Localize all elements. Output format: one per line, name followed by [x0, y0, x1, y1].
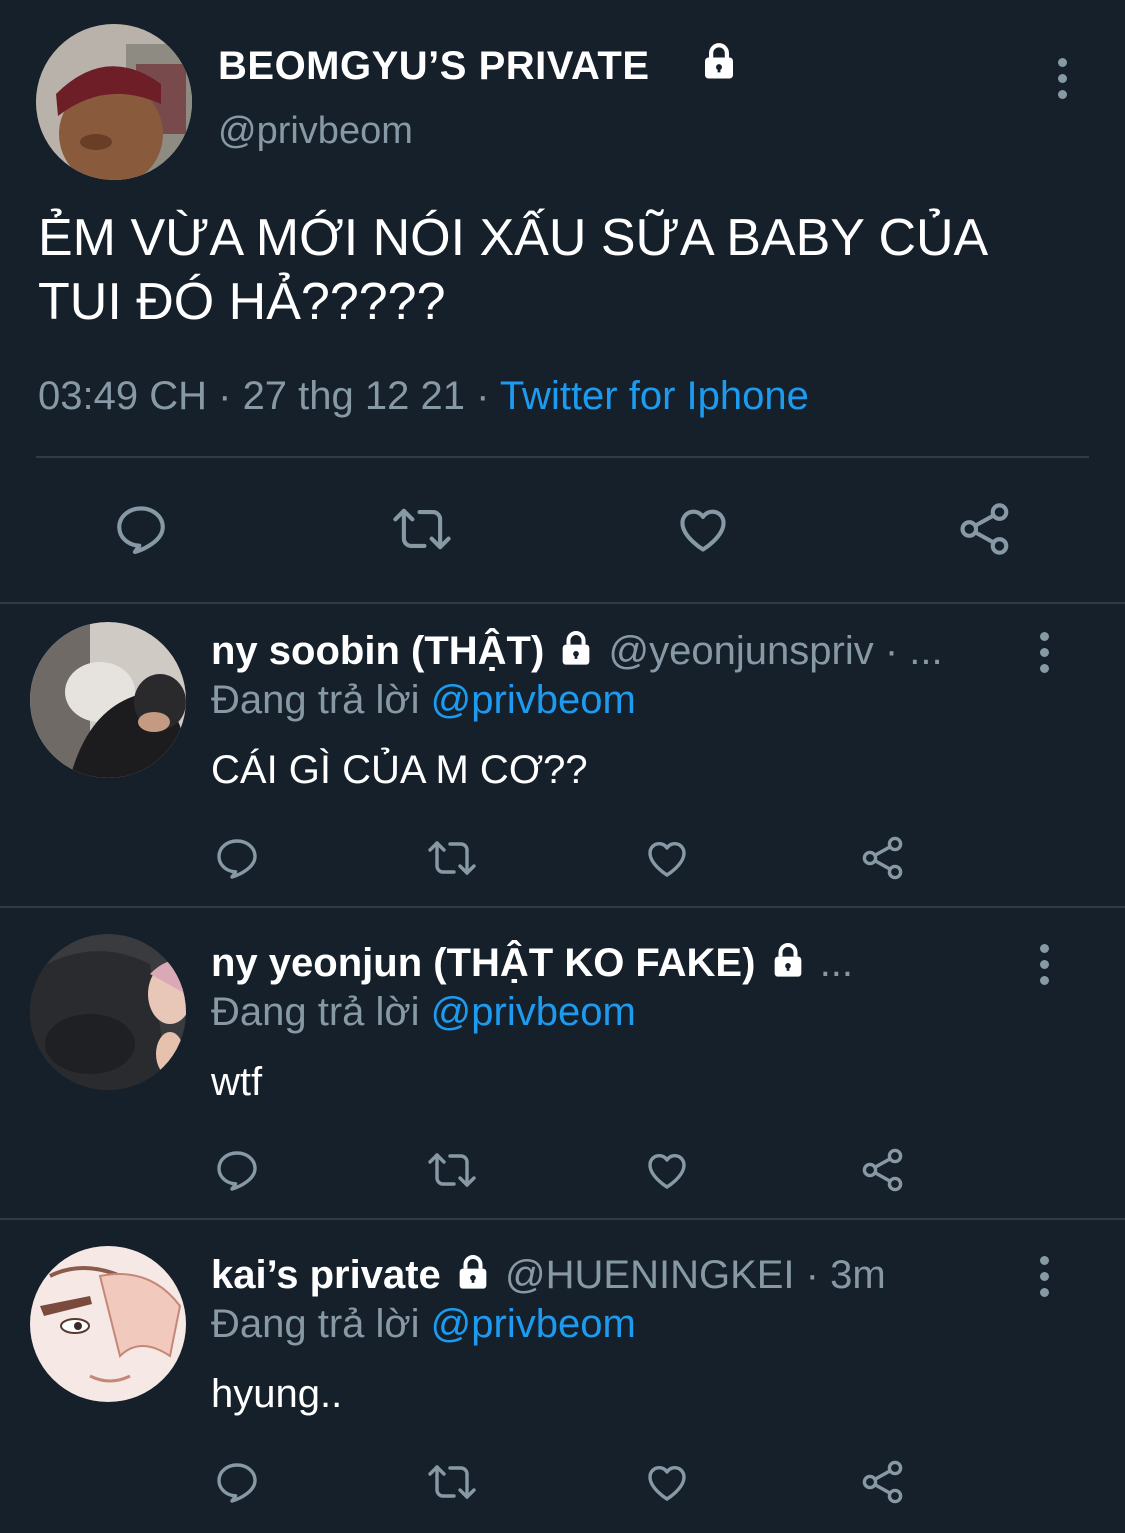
tweet-meta: 03:49 CH · 27 thg 12 21 · Twitter for Ip…	[38, 374, 809, 419]
replying-label: Đang trả lời	[211, 1302, 420, 1346]
reply-header: kai’s private @HUENINGKEI · 3m	[211, 1252, 1011, 1298]
reply-icon[interactable]	[112, 500, 170, 558]
reply-to-link[interactable]: @privbeom	[431, 990, 636, 1034]
reply-header: ny yeonjun (THẬT KO FAKE) ...	[211, 940, 1011, 986]
tweet-date: 27 thg 12 21	[242, 374, 465, 418]
share-icon[interactable]	[859, 1458, 907, 1506]
more-vertical-icon[interactable]	[1038, 944, 1050, 992]
tweet-text-line2: TUI ĐÓ HẢ?????	[38, 273, 446, 331]
retweet-icon[interactable]	[425, 1146, 479, 1194]
heart-icon[interactable]	[674, 500, 732, 558]
replying-label: Đang trả lời	[211, 990, 420, 1034]
reply-meta-suffix: · 3m	[805, 1253, 886, 1297]
lock-icon	[698, 40, 740, 82]
reply-display-name[interactable]: kai’s private	[211, 1253, 441, 1297]
more-vertical-icon[interactable]	[1038, 1256, 1050, 1304]
reply-icon[interactable]	[213, 834, 261, 882]
reply-to-link[interactable]: @privbeom	[431, 678, 636, 722]
reply-to-link[interactable]: @privbeom	[431, 1302, 636, 1346]
reply-meta-suffix: · ...	[884, 629, 943, 673]
reply-avatar[interactable]	[30, 622, 186, 778]
replying-to: Đang trả lời @privbeom	[211, 678, 636, 723]
heart-icon[interactable]	[643, 1146, 691, 1194]
meta-separator: ·	[218, 374, 232, 418]
lock-icon	[452, 1252, 494, 1298]
main-avatar[interactable]	[36, 24, 192, 180]
tweet-divider	[0, 602, 1125, 604]
tweet-time: 03:49 CH	[38, 374, 207, 418]
reply-avatar[interactable]	[30, 934, 186, 1090]
retweet-icon[interactable]	[425, 1458, 479, 1506]
main-handle[interactable]: @privbeom	[218, 110, 413, 153]
reply-display-name[interactable]: ny yeonjun (THẬT KO FAKE)	[211, 941, 755, 985]
tweet-source-link[interactable]: Twitter for Iphone	[500, 374, 809, 418]
replying-to: Đang trả lời @privbeom	[211, 990, 636, 1035]
lock-icon	[555, 628, 597, 674]
share-icon[interactable]	[859, 834, 907, 882]
reply-text: hyung..	[211, 1372, 343, 1416]
lock-icon	[767, 940, 809, 986]
more-vertical-icon[interactable]	[1056, 58, 1068, 106]
reply-header: ny soobin (THẬT) @yeonjunspriv · ...	[211, 628, 1011, 674]
reply-avatar[interactable]	[30, 1246, 186, 1402]
main-display-name[interactable]: BEOMGYU’S PRIVATE	[218, 44, 650, 89]
share-icon[interactable]	[956, 500, 1014, 558]
replying-label: Đang trả lời	[211, 678, 420, 722]
heart-icon[interactable]	[643, 1458, 691, 1506]
tweet-text-line1: ẺM VỪA MỚI NÓI XẤU SỮA BABY CỦA	[38, 209, 989, 267]
meta-separator: ·	[476, 374, 490, 418]
reply-text: wtf	[211, 1060, 263, 1104]
reply-divider	[0, 906, 1125, 908]
retweet-icon[interactable]	[390, 500, 454, 558]
meta-divider	[36, 456, 1089, 458]
reply-icon[interactable]	[213, 1146, 261, 1194]
reply-text: CÁI GÌ CỦA M CƠ??	[211, 748, 588, 792]
reply-handle[interactable]: @HUENINGKEI	[505, 1253, 795, 1297]
reply-meta-suffix: ...	[819, 941, 854, 985]
reply-icon[interactable]	[213, 1458, 261, 1506]
retweet-icon[interactable]	[425, 834, 479, 882]
replying-to: Đang trả lời @privbeom	[211, 1302, 636, 1347]
reply-handle[interactable]: @yeonjunspriv	[609, 629, 874, 673]
reply-divider	[0, 1218, 1125, 1220]
heart-icon[interactable]	[643, 834, 691, 882]
reply-display-name[interactable]: ny soobin (THẬT)	[211, 629, 544, 673]
more-vertical-icon[interactable]	[1038, 632, 1050, 680]
share-icon[interactable]	[859, 1146, 907, 1194]
